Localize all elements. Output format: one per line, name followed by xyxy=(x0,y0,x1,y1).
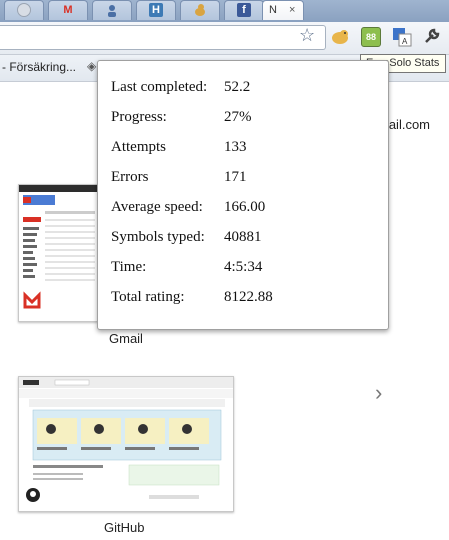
stat-value: 40881 xyxy=(224,229,262,245)
stat-total-rating: Total rating: 8122.88 xyxy=(98,289,388,309)
stat-value: 52.2 xyxy=(224,79,251,95)
svg-text:A: A xyxy=(402,37,408,46)
stat-value: 133 xyxy=(224,139,247,155)
stat-label: Total rating: xyxy=(111,289,185,305)
stat-attempts: Attempts 133 xyxy=(98,139,388,159)
stat-label: Attempts xyxy=(111,139,166,155)
facebook-icon: f xyxy=(237,3,251,17)
stat-value: 27% xyxy=(224,109,252,125)
bookmark-forsakring[interactable]: - Försäkring... xyxy=(2,60,76,74)
ergosolo-button-text: 88 xyxy=(365,32,376,42)
tab-contacts[interactable] xyxy=(92,0,132,20)
gmail-icon: M xyxy=(63,4,73,16)
tab-facebook[interactable]: f xyxy=(224,0,264,20)
stat-label: Errors xyxy=(111,169,149,185)
tab-duck[interactable] xyxy=(180,0,220,20)
tab-title: N xyxy=(269,4,277,16)
next-page-chevron-icon[interactable]: › xyxy=(375,380,382,406)
gmail-label[interactable]: Gmail xyxy=(109,331,143,346)
github-thumbnail[interactable] xyxy=(18,376,234,512)
contacts-icon xyxy=(105,3,119,17)
stat-value: 8122.88 xyxy=(224,289,273,305)
stat-progress: Progress: 27% xyxy=(98,109,388,129)
tab-strip: M H f N × xyxy=(0,0,449,22)
tab-h[interactable]: H xyxy=(136,0,176,20)
duck-icon xyxy=(193,3,207,17)
close-icon[interactable]: × xyxy=(289,4,295,16)
stat-label: Progress: xyxy=(111,109,167,125)
h-icon: H xyxy=(149,3,163,17)
bookmark-folder-icon[interactable]: ◈ xyxy=(87,59,96,73)
address-bar[interactable] xyxy=(0,25,326,50)
stat-label: Average speed: xyxy=(111,199,203,215)
github-label[interactable]: GitHub xyxy=(104,520,144,535)
gmail-thumbnail[interactable] xyxy=(18,184,98,322)
stat-value: 171 xyxy=(224,169,247,185)
ergosolo-stats-popup: Last completed: 52.2 Progress: 27% Attem… xyxy=(97,60,389,330)
tab-active[interactable]: N × xyxy=(262,0,304,20)
translate-icon[interactable]: A xyxy=(392,27,412,47)
toolbar: ☆ 88 A xyxy=(0,22,449,55)
stat-label: Last completed: xyxy=(111,79,208,95)
stat-label: Time: xyxy=(111,259,147,275)
stat-value: 4:5:34 xyxy=(224,259,263,275)
stat-last-completed: Last completed: 52.2 xyxy=(98,79,388,99)
stat-label: Symbols typed: xyxy=(111,229,205,245)
stat-average-speed: Average speed: 166.00 xyxy=(98,199,388,219)
star-icon[interactable]: ☆ xyxy=(299,25,315,45)
wrench-icon[interactable] xyxy=(423,27,443,47)
stat-time: Time: 4:5:34 xyxy=(98,259,388,279)
stat-symbols-typed: Symbols typed: 40881 xyxy=(98,229,388,249)
ergosolo-extension-icon[interactable]: 88 xyxy=(361,27,381,47)
stat-errors: Errors 171 xyxy=(98,169,388,189)
chrome-icon xyxy=(17,3,31,17)
stat-value: 166.00 xyxy=(224,199,266,215)
bird-extension-icon[interactable] xyxy=(330,27,350,47)
tab-gmail[interactable]: M xyxy=(48,0,88,20)
tab-chrome[interactable] xyxy=(4,0,44,20)
